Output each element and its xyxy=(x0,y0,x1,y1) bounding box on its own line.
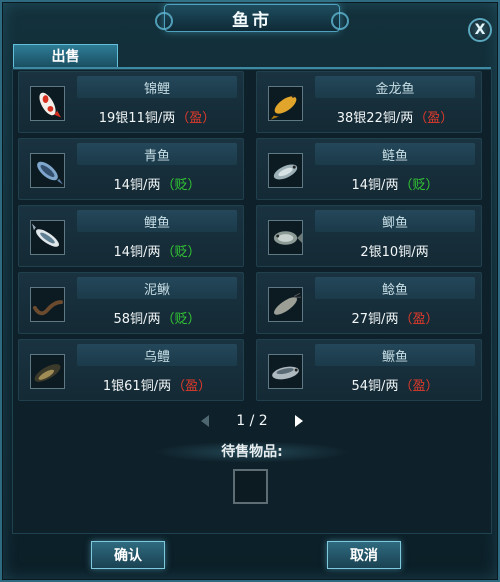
fish-icon-slot xyxy=(268,220,303,255)
arrow-right-icon xyxy=(295,415,303,427)
fish-price-row: 58铜/两 （贬） xyxy=(77,307,237,327)
fish-name: 鲤鱼 xyxy=(77,210,237,232)
loach-icon xyxy=(32,299,64,315)
fish-item-card[interactable]: 鲤鱼 14铜/两 （贬） xyxy=(18,205,244,267)
fish-icon-slot xyxy=(30,287,65,322)
fish-icon-slot xyxy=(30,86,65,121)
close-icon: X xyxy=(474,22,486,38)
next-page-button[interactable] xyxy=(291,412,307,430)
fish-name: 泥鳅 xyxy=(77,277,237,299)
fish-name: 鲢鱼 xyxy=(315,143,475,165)
fish-icon-slot xyxy=(268,287,303,322)
fish-icon-slot xyxy=(30,354,65,389)
fish-icon-slot xyxy=(268,153,303,188)
crucian-icon xyxy=(273,230,302,245)
arrow-left-icon xyxy=(201,415,209,427)
fish-icon-slot xyxy=(268,354,303,389)
fish-icon-slot xyxy=(268,86,303,121)
fish-item-card[interactable]: 金龙鱼 38银22铜/两 （盈） xyxy=(256,71,482,133)
price-trend-tag: （盈） xyxy=(414,110,454,126)
fish-item-card[interactable]: 泥鳅 58铜/两 （贬） xyxy=(18,272,244,334)
fish-price: 58铜/两 xyxy=(113,311,161,327)
price-trend-tag: （盈） xyxy=(172,378,212,394)
price-trend-tag: （盈） xyxy=(399,378,439,394)
fish-price: 27铜/两 xyxy=(351,311,399,327)
fish-price: 1银61铜/两 xyxy=(102,378,172,394)
fish-price: 14铜/两 xyxy=(113,177,161,193)
page-indicator: 1 / 2 xyxy=(236,413,268,429)
fish-name: 鲶鱼 xyxy=(315,277,475,299)
fish-price: 14铜/两 xyxy=(351,177,399,193)
confirm-button[interactable]: 确认 xyxy=(91,541,165,569)
fish-item-card[interactable]: 青鱼 14铜/两 （贬） xyxy=(18,138,244,200)
fish-price: 2银10铜/两 xyxy=(360,244,429,260)
fish-price-row: 19银11铜/两 （盈） xyxy=(77,106,237,126)
pending-item-slot[interactable] xyxy=(233,469,268,504)
price-trend-tag: （盈） xyxy=(176,110,216,126)
fish-price-row: 14铜/两 （贬） xyxy=(77,240,237,260)
item-panel: 锦鲤 19银11铜/两 （盈） 金龙鱼 38银22铜/两 （盈） 青鱼 14铜/两 （贬） 鲢鱼 1… xyxy=(12,69,492,534)
fish-name: 鳜鱼 xyxy=(315,344,475,366)
fish-market-window: 鱼市 X 出售 锦鲤 19银11铜/两 （盈） 金龙鱼 38银22铜/两 （盈） 青鱼 14铜… xyxy=(0,0,500,582)
price-trend-tag: （贬） xyxy=(161,177,201,193)
price-trend-tag: （贬） xyxy=(161,244,201,260)
fish-price-row: 54铜/两 （盈） xyxy=(315,374,475,394)
fish-icon-slot xyxy=(30,220,65,255)
fish-item-card[interactable]: 鲢鱼 14铜/两 （贬） xyxy=(256,138,482,200)
fish-icon-slot xyxy=(30,153,65,188)
fish-item-card[interactable]: 锦鲤 19银11铜/两 （盈） xyxy=(18,71,244,133)
fish-price: 54铜/两 xyxy=(351,378,399,394)
prev-page-button[interactable] xyxy=(197,412,213,430)
pagination: 1 / 2 xyxy=(197,411,307,431)
fish-item-card[interactable]: 乌鳢 1银61铜/两 （盈） xyxy=(18,339,244,401)
cancel-button[interactable]: 取消 xyxy=(327,541,401,569)
mandarin-fish-icon xyxy=(272,366,299,379)
fish-item-card[interactable]: 鲫鱼 2银10铜/两 xyxy=(256,205,482,267)
fish-name: 鲫鱼 xyxy=(315,210,475,232)
carp-icon xyxy=(31,222,59,247)
fish-price-row: 14铜/两 （贬） xyxy=(77,173,237,193)
arowana-icon xyxy=(270,94,297,120)
tab-sell[interactable]: 出售 xyxy=(13,44,118,67)
fish-item-card[interactable]: 鲶鱼 27铜/两 （盈） xyxy=(256,272,482,334)
price-trend-tag: （盈） xyxy=(399,311,439,327)
fish-price-row: 27铜/两 （盈） xyxy=(315,307,475,327)
fish-price: 19银11铜/两 xyxy=(98,110,176,126)
fish-price-row: 38银22铜/两 （盈） xyxy=(315,106,475,126)
price-trend-tag: （贬） xyxy=(161,311,201,327)
silver-carp-icon xyxy=(273,163,298,179)
fish-item-card[interactable]: 鳜鱼 54铜/两 （盈） xyxy=(256,339,482,401)
fish-price: 38银22铜/两 xyxy=(336,110,414,126)
close-button[interactable]: X xyxy=(468,18,492,42)
fish-name: 锦鲤 xyxy=(77,76,237,98)
fish-name: 乌鳢 xyxy=(77,344,237,366)
fish-name: 金龙鱼 xyxy=(315,76,475,98)
fish-name: 青鱼 xyxy=(77,143,237,165)
snakehead-icon xyxy=(34,363,61,382)
price-trend-tag: （贬） xyxy=(399,177,439,193)
catfish-icon xyxy=(274,292,302,315)
fish-price: 14铜/两 xyxy=(113,244,161,260)
black-carp-icon xyxy=(37,161,64,185)
koi-icon xyxy=(39,92,62,118)
fish-price-row: 1银61铜/两 （盈） xyxy=(77,374,237,394)
window-title-bar: 鱼市 xyxy=(155,4,349,32)
pending-items-label: 待售物品: xyxy=(152,441,352,463)
fish-price-row: 14铜/两 （贬） xyxy=(315,173,475,193)
fish-price-row: 2银10铜/两 xyxy=(315,240,475,260)
window-title: 鱼市 xyxy=(232,10,272,31)
